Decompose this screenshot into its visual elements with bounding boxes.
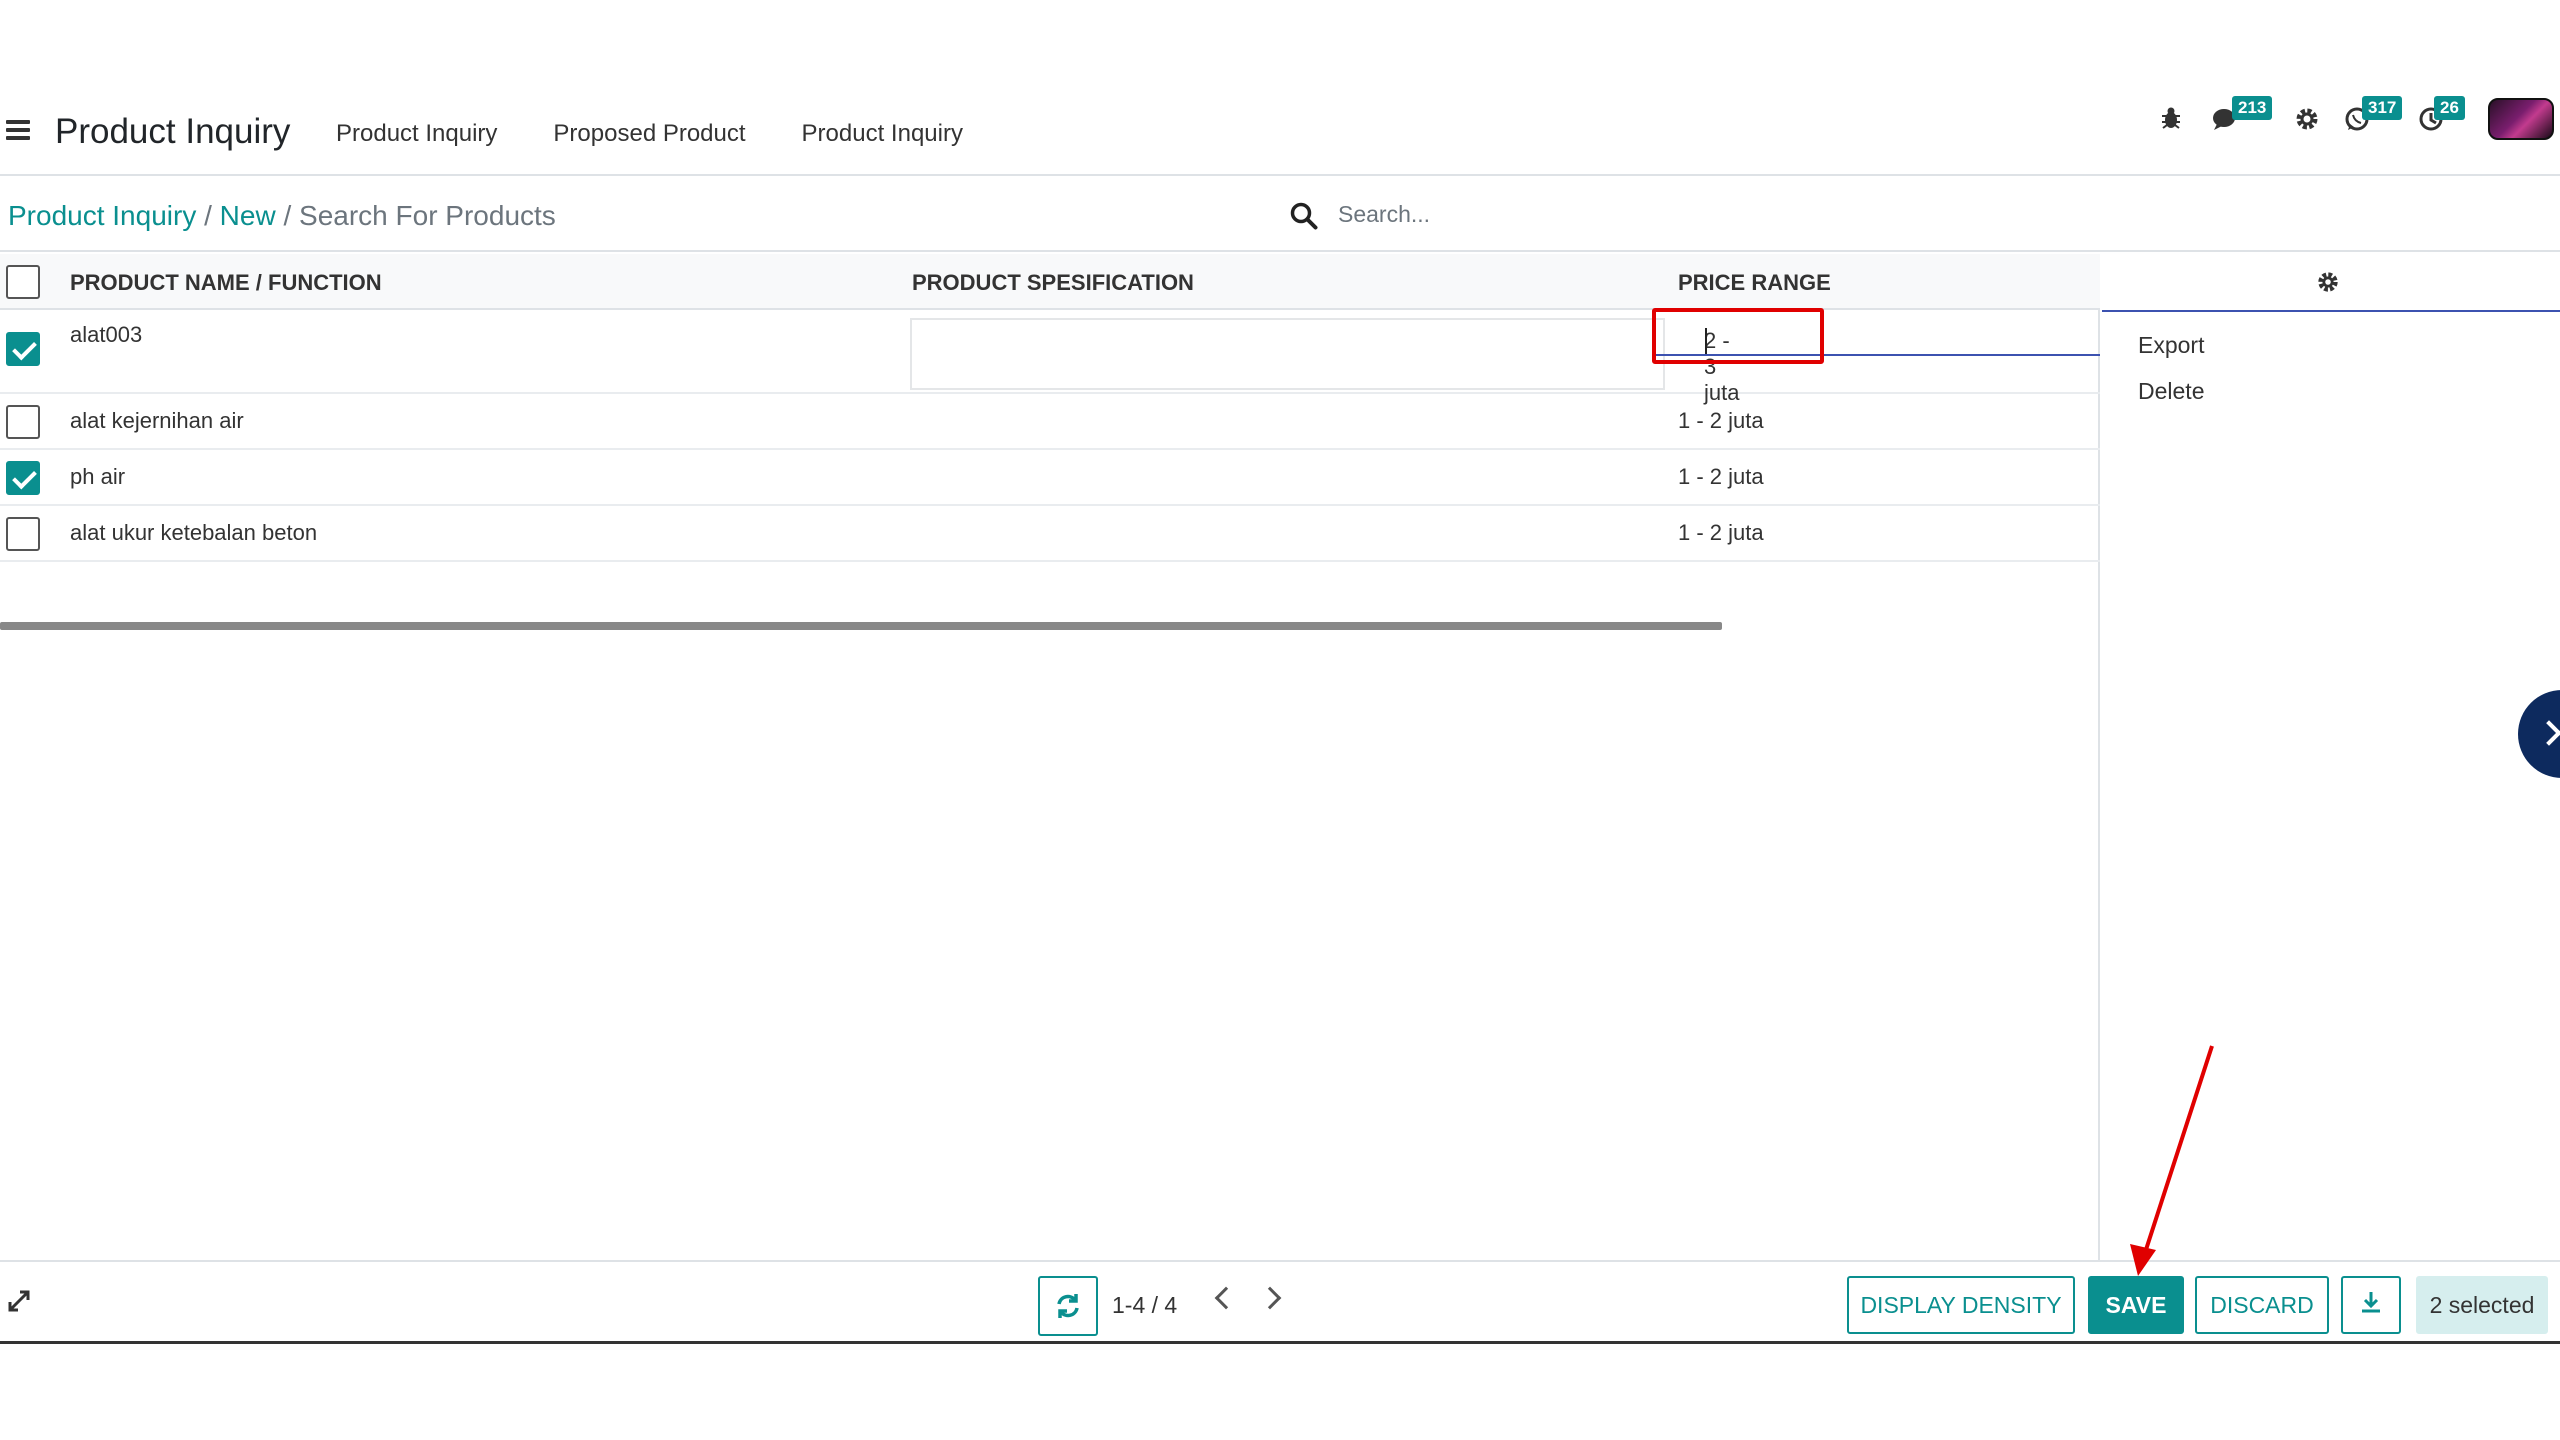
pager-next-icon[interactable] — [1258, 1286, 1282, 1310]
chat-count-badge: 213 — [2232, 96, 2273, 120]
row-checkbox[interactable] — [6, 517, 40, 551]
price-range-cell[interactable]: 1 - 2 juta — [1678, 464, 1764, 490]
nav-item-proposed-product[interactable]: Proposed Product — [553, 120, 745, 148]
list-view: PRODUCT NAME / FUNCTION PRODUCT SPESIFIC… — [0, 254, 2100, 1260]
activity-count-badge: 26 — [2434, 96, 2465, 120]
side-panel-header — [2102, 254, 2560, 312]
export-action[interactable]: Export — [2138, 332, 2204, 359]
row-checkbox[interactable] — [6, 461, 40, 495]
footer-bar: 1-4 / 4 DISPLAY DENSITY SAVE DISCARD 2 s… — [0, 1260, 2560, 1344]
column-header-price-range[interactable]: PRICE RANGE — [1678, 270, 1831, 296]
table-row[interactable]: alat ukur ketebalan beton 1 - 2 juta — [0, 506, 2100, 562]
breadcrumb-new[interactable]: New — [220, 200, 276, 231]
table-header: PRODUCT NAME / FUNCTION PRODUCT SPESIFIC… — [0, 254, 2100, 310]
price-range-cell[interactable]: 1 - 2 juta — [1678, 408, 1764, 434]
table-row[interactable]: alat003 2 - 3 juta — [0, 308, 2100, 405]
product-name-cell[interactable]: alat003 — [70, 322, 142, 348]
nav-item-product-inquiry[interactable]: Product Inquiry — [336, 120, 497, 148]
table-row[interactable]: ph air 1 - 2 juta — [0, 450, 2100, 506]
breadcrumb-product-inquiry[interactable]: Product Inquiry — [8, 200, 196, 231]
expand-icon[interactable] — [6, 1288, 32, 1314]
pager-value[interactable]: 1-4 / 4 — [1112, 1292, 1177, 1319]
pager-previous-icon[interactable] — [1214, 1286, 1238, 1310]
delete-action[interactable]: Delete — [2138, 378, 2204, 405]
breadcrumb: Product Inquiry / New / Search For Produ… — [8, 200, 556, 232]
price-range-input[interactable]: 2 - 3 juta — [1652, 312, 2100, 405]
gear-icon[interactable] — [2316, 270, 2340, 294]
download-button[interactable] — [2341, 1276, 2401, 1334]
app-title[interactable]: Product Inquiry — [55, 112, 290, 152]
whatsapp-count-badge: 317 — [2362, 96, 2403, 120]
discard-button[interactable]: DISCARD — [2195, 1276, 2329, 1334]
row-checkbox[interactable] — [6, 405, 40, 439]
settings-gear-icon[interactable] — [2294, 106, 2320, 139]
product-name-cell[interactable]: alat kejernihan air — [70, 408, 244, 434]
control-panel: Product Inquiry / New / Search For Produ… — [0, 178, 2560, 252]
search-input[interactable] — [1338, 194, 1938, 234]
search-icon[interactable] — [1290, 202, 1318, 230]
selected-count-button[interactable]: 2 selected — [2416, 1276, 2548, 1334]
table-row[interactable]: alat kejernihan air 1 - 2 juta — [0, 394, 2100, 450]
user-avatar[interactable] — [2488, 98, 2554, 140]
action-side-panel: Export Delete — [2102, 254, 2560, 1260]
product-spec-input[interactable] — [910, 318, 1665, 390]
top-navbar: Product Inquiry Product Inquiry Proposed… — [0, 96, 2560, 176]
breadcrumb-current: Search For Products — [299, 200, 556, 231]
text-caret — [1705, 328, 1707, 354]
product-name-cell[interactable]: alat ukur ketebalan beton — [70, 520, 317, 546]
row-checkbox[interactable] — [6, 332, 40, 366]
breadcrumb-separator: / — [283, 200, 292, 231]
bug-icon[interactable] — [2160, 106, 2182, 137]
price-range-cell[interactable]: 1 - 2 juta — [1678, 520, 1764, 546]
column-header-product-spec[interactable]: PRODUCT SPESIFICATION — [912, 270, 1194, 296]
breadcrumb-separator: / — [204, 200, 212, 231]
display-density-button[interactable]: DISPLAY DENSITY — [1847, 1276, 2075, 1334]
product-name-cell[interactable]: ph air — [70, 464, 125, 490]
horizontal-scrollbar[interactable] — [0, 622, 1722, 630]
save-button[interactable]: SAVE — [2088, 1276, 2184, 1334]
select-all-checkbox[interactable] — [6, 265, 40, 299]
menu-icon[interactable] — [6, 120, 30, 140]
column-header-product-name[interactable]: PRODUCT NAME / FUNCTION — [70, 270, 382, 296]
nav-item-product-inquiry-2[interactable]: Product Inquiry — [802, 120, 963, 148]
refresh-button[interactable] — [1038, 1276, 1098, 1336]
download-icon — [2360, 1290, 2382, 1320]
nav-menu: Product Inquiry Proposed Product Product… — [336, 120, 1019, 148]
